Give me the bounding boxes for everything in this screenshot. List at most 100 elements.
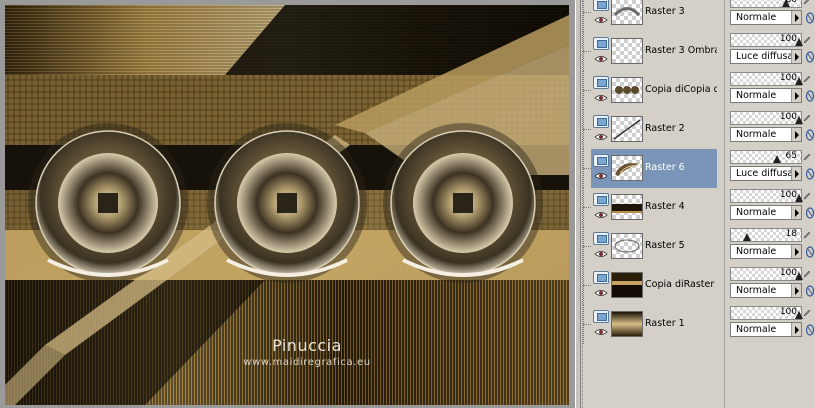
eye-icon[interactable] <box>594 211 608 219</box>
link-icon[interactable] <box>805 12 815 24</box>
link-icon[interactable] <box>805 207 815 219</box>
layer-name[interactable]: Raster 2 <box>645 123 717 137</box>
blend-mode-select[interactable]: Normale <box>730 205 802 220</box>
opacity-slider[interactable]: 100 <box>730 189 803 203</box>
raster-layer-icon[interactable] <box>593 37 609 50</box>
tree-branch <box>583 168 591 169</box>
layer-name[interactable]: Raster 6 <box>645 162 717 176</box>
pencil-icon[interactable] <box>803 309 811 317</box>
raster-layer-icon[interactable] <box>593 310 609 323</box>
blend-mode-select[interactable]: Luce diffusa <box>730 166 802 181</box>
link-icon[interactable] <box>805 129 815 141</box>
opacity-marker[interactable] <box>773 155 781 163</box>
blend-mode-select[interactable]: Normale <box>730 127 802 142</box>
layer-name[interactable]: Raster 3 <box>645 6 717 20</box>
pencil-icon[interactable] <box>803 231 811 239</box>
chevron-right-icon[interactable] <box>791 128 801 141</box>
pencil-icon[interactable] <box>803 0 811 5</box>
layer-row[interactable]: Raster 6 <box>583 149 717 188</box>
eye-icon[interactable] <box>594 55 608 63</box>
blend-mode-value: Normale <box>736 12 777 23</box>
link-icon[interactable] <box>805 168 815 180</box>
panel-splitter[interactable] <box>575 0 581 408</box>
watermark-url: www.maidiregrafica.eu <box>243 357 371 368</box>
layer-row[interactable]: Raster 2 <box>583 110 717 149</box>
opacity-marker[interactable] <box>743 233 751 241</box>
layer-row[interactable]: Copia diRaster 1 <box>583 266 717 305</box>
tree-branch <box>583 324 591 325</box>
chevron-right-icon[interactable] <box>791 50 801 63</box>
layer-thumbnail <box>611 155 643 181</box>
tree-branch <box>583 90 591 91</box>
opacity-value: 100 <box>779 34 797 44</box>
eye-icon[interactable] <box>594 16 608 24</box>
opacity-slider[interactable]: 65 <box>730 150 802 164</box>
layer-row[interactable]: Copia diCopia diR <box>583 71 717 110</box>
layer-row[interactable]: Raster 5 <box>583 227 717 266</box>
tree-branch <box>583 246 591 247</box>
blend-mode-select[interactable]: Normale <box>730 322 802 337</box>
link-icon[interactable] <box>805 324 815 336</box>
raster-layer-icon[interactable] <box>593 232 609 245</box>
eye-icon[interactable] <box>594 133 608 141</box>
blend-mode-select[interactable]: Normale <box>730 283 802 298</box>
opacity-slider[interactable]: 18 <box>730 228 802 242</box>
blend-mode-value: Normale <box>736 285 777 296</box>
chevron-right-icon[interactable] <box>791 323 801 336</box>
blend-mode-value: Normale <box>736 129 777 140</box>
link-icon[interactable] <box>805 285 815 297</box>
pencil-icon[interactable] <box>803 36 811 44</box>
pencil-icon[interactable] <box>803 192 811 200</box>
chevron-right-icon[interactable] <box>791 284 801 297</box>
blend-mode-select[interactable]: Luce diffusa <box>730 49 802 64</box>
layer-row[interactable]: Raster 3 Ombra 1 <box>583 32 717 71</box>
layer-properties-row: 18 Normale <box>725 227 815 266</box>
pencil-icon[interactable] <box>803 75 811 83</box>
blend-mode-select[interactable]: Normale <box>730 88 802 103</box>
link-icon[interactable] <box>805 246 815 258</box>
chevron-right-icon[interactable] <box>791 206 801 219</box>
link-icon[interactable] <box>805 90 815 102</box>
layer-name[interactable]: Raster 1 <box>645 318 717 332</box>
raster-layer-icon[interactable] <box>593 0 609 11</box>
chevron-right-icon[interactable] <box>791 11 801 24</box>
layer-name[interactable]: Copia diRaster 1 <box>645 279 717 293</box>
eye-icon[interactable] <box>594 94 608 102</box>
chevron-right-icon[interactable] <box>791 167 801 180</box>
layer-name[interactable]: Raster 5 <box>645 240 717 254</box>
layer-row[interactable]: Raster 1 <box>583 305 717 344</box>
eye-icon[interactable] <box>594 250 608 258</box>
chevron-right-icon[interactable] <box>791 89 801 102</box>
opacity-slider[interactable]: 100 <box>730 111 803 125</box>
layer-row[interactable]: Raster 3 <box>583 0 717 32</box>
opacity-slider[interactable]: 100 <box>730 33 803 47</box>
eye-icon[interactable] <box>594 289 608 297</box>
blend-mode-select[interactable]: Normale <box>730 244 802 259</box>
layer-row[interactable]: Raster 4 <box>583 188 717 227</box>
blend-mode-value: Normale <box>736 90 777 101</box>
layer-name[interactable]: Raster 4 <box>645 201 717 215</box>
image-canvas[interactable]: Pinuccia www.maidiregrafica.eu <box>5 5 569 405</box>
opacity-slider[interactable]: 100 <box>730 267 803 281</box>
layer-name[interactable]: Copia diCopia diR <box>645 84 717 98</box>
raster-layer-icon[interactable] <box>593 76 609 89</box>
raster-layer-icon[interactable] <box>593 115 609 128</box>
eye-icon[interactable] <box>594 172 608 180</box>
blend-mode-value: Luce diffusa <box>736 168 794 179</box>
eye-icon[interactable] <box>594 328 608 336</box>
chevron-right-icon[interactable] <box>791 245 801 258</box>
opacity-slider[interactable]: 100 <box>730 306 803 320</box>
pencil-icon[interactable] <box>803 153 811 161</box>
raster-layer-icon[interactable] <box>593 154 609 167</box>
pencil-icon[interactable] <box>803 270 811 278</box>
tree-branch <box>583 207 591 208</box>
layer-name[interactable]: Raster 3 Ombra 1 <box>645 45 717 59</box>
link-icon[interactable] <box>805 51 815 63</box>
raster-layer-icon[interactable] <box>593 193 609 206</box>
opacity-slider[interactable]: 80 <box>730 0 802 8</box>
canvas-area: Pinuccia www.maidiregrafica.eu <box>0 0 575 408</box>
raster-layer-icon[interactable] <box>593 271 609 284</box>
blend-mode-select[interactable]: Normale <box>730 10 802 25</box>
opacity-slider[interactable]: 100 <box>730 72 803 86</box>
pencil-icon[interactable] <box>803 114 811 122</box>
